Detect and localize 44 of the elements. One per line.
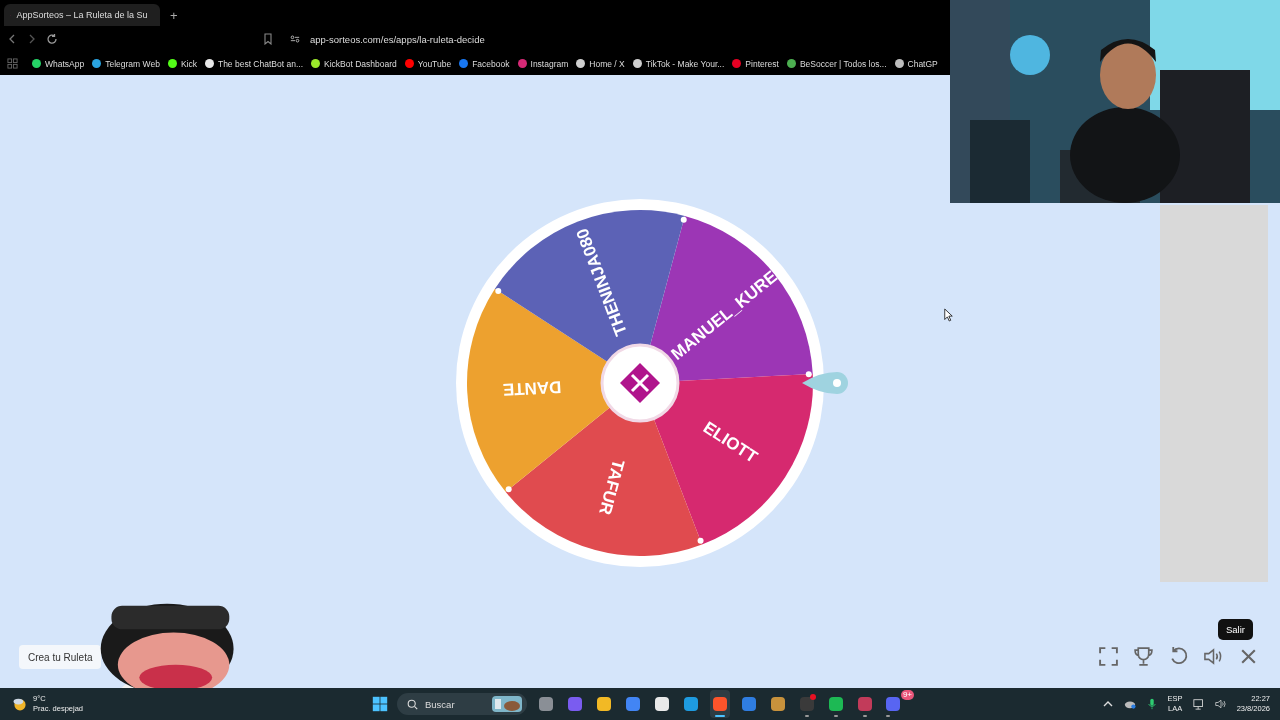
trophy-icon[interactable]	[1133, 646, 1154, 667]
bookmark-link[interactable]: YouTube	[404, 58, 452, 69]
reload-icon[interactable]	[46, 33, 58, 45]
start-icon[interactable]	[372, 696, 388, 712]
bookmark-link[interactable]: Pinterest	[732, 58, 779, 69]
browser-tab[interactable]: AppSorteos – La Ruleta de la Su	[4, 4, 160, 26]
tab-title: AppSorteos – La Ruleta de la Su	[16, 10, 148, 20]
taskbar-app[interactable]	[710, 690, 730, 718]
bookmark-link[interactable]: KickBot Dashboard	[311, 58, 397, 69]
search-icon	[407, 698, 418, 710]
bookmark-icon[interactable]	[262, 33, 274, 45]
bookmark-link[interactable]: The best ChatBot an...	[204, 58, 303, 69]
bookmark-link[interactable]: TikTok - Make Your...	[632, 58, 725, 69]
bookmark-link[interactable]: BeSoccer | Todos los...	[786, 58, 887, 69]
cloud-icon[interactable]	[1123, 698, 1136, 710]
new-tab-button[interactable]: +	[166, 4, 182, 26]
volume-icon[interactable]	[1203, 646, 1224, 667]
bookmark-link[interactable]: Instagram	[517, 58, 569, 69]
site-settings-icon[interactable]	[290, 34, 300, 44]
microphone-icon[interactable]	[1145, 698, 1158, 710]
speaker-icon[interactable]	[1214, 698, 1227, 710]
segment-label: DANTE	[502, 377, 562, 400]
fullscreen-icon[interactable]	[1098, 646, 1119, 667]
bookmark-link[interactable]: Kick	[167, 58, 197, 69]
network-icon[interactable]	[1192, 698, 1205, 710]
bookmark-link[interactable]: Telegram Web	[92, 58, 160, 69]
wheel-peg	[495, 287, 502, 294]
wheel-peg	[505, 486, 512, 493]
notification-badge: 9+	[900, 690, 914, 700]
bookmark-link[interactable]: WhatsApp	[32, 58, 85, 69]
create-wheel-button[interactable]: Crea tu Ruleta	[19, 645, 102, 669]
bookmark-link[interactable]: ChatGP	[894, 58, 938, 69]
wheel-peg	[805, 371, 812, 378]
logo-icon	[620, 363, 660, 403]
bookmark-link[interactable]: Facebook	[459, 58, 510, 69]
wheel-pointer-icon	[800, 370, 850, 396]
wheel-peg	[680, 216, 687, 223]
tooltip: Salir	[1218, 619, 1253, 640]
bookmark-link[interactable]: Home / X	[576, 58, 625, 69]
wheel-peg	[697, 537, 704, 544]
segment-label: TAFUR	[595, 457, 629, 517]
apps-grid-icon[interactable]	[7, 58, 18, 69]
weather-moon-icon[interactable]	[12, 696, 28, 712]
mouse-cursor-icon	[944, 308, 953, 322]
